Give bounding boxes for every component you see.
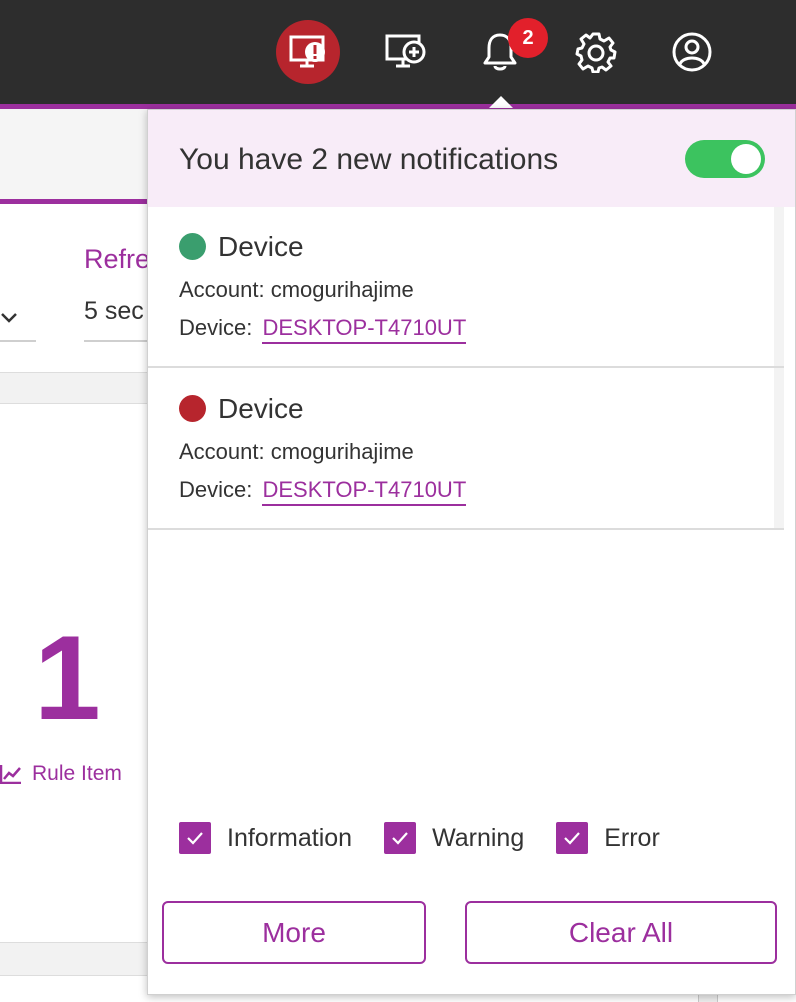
- rule-item-label: Rule Item: [32, 762, 122, 785]
- gear-icon[interactable]: [564, 20, 628, 84]
- notification-item[interactable]: Device Account: cmogurihajime Device: DE…: [148, 207, 784, 368]
- refresh-select-underline: [84, 340, 148, 342]
- refresh-label: Refre: [84, 244, 148, 274]
- table-header-band: [0, 372, 150, 404]
- check-icon: [392, 832, 408, 845]
- filter-warning[interactable]: Warning: [384, 822, 524, 854]
- panel-title: You have 2 new notifications: [179, 143, 559, 176]
- panel-caret: [489, 96, 513, 108]
- top-bar: 2: [0, 0, 796, 104]
- warning-checkbox[interactable]: [384, 822, 417, 854]
- notification-panel: You have 2 new notifications Device Acco…: [147, 109, 796, 995]
- device-link[interactable]: DESKTOP-T4710UT: [262, 477, 467, 506]
- monitor-add-icon[interactable]: [374, 20, 438, 84]
- notification-list: Device Account: cmogurihajime Device: DE…: [148, 207, 784, 530]
- page-header-area: [0, 109, 150, 199]
- refresh-select[interactable]: 5 sec: [84, 297, 148, 326]
- chevron-down-icon[interactable]: [0, 311, 18, 325]
- device-label: Device:: [179, 315, 253, 340]
- notification-title: Device: [218, 231, 304, 262]
- select-underline: [0, 340, 36, 342]
- check-icon: [564, 832, 581, 845]
- device-label: Device:: [179, 477, 253, 502]
- information-checkbox[interactable]: [179, 822, 211, 854]
- check-icon: [187, 832, 203, 845]
- notification-device: Device: DESKTOP-T4710UT: [179, 477, 467, 506]
- filter-information[interactable]: Information: [179, 822, 352, 854]
- notification-item[interactable]: Device Account: cmogurihajime Device: DE…: [148, 369, 784, 530]
- rule-item-link[interactable]: Rule Item: [0, 762, 122, 786]
- error-label: Error: [604, 823, 660, 852]
- device-link[interactable]: DESKTOP-T4710UT: [262, 315, 467, 344]
- more-button[interactable]: More: [162, 901, 426, 964]
- panel-header: You have 2 new notifications: [148, 110, 795, 207]
- error-checkbox[interactable]: [556, 822, 589, 854]
- monitor-alert-icon[interactable]: [276, 20, 340, 84]
- filter-error[interactable]: Error: [556, 822, 660, 854]
- notification-device: Device: DESKTOP-T4710UT: [179, 315, 467, 344]
- information-label: Information: [227, 823, 353, 852]
- notification-count-badge: 2: [508, 18, 548, 58]
- notification-account: Account: cmogurihajime: [179, 277, 414, 302]
- active-tab-indicator: [0, 199, 148, 204]
- table-footer-band: [0, 942, 150, 976]
- error-status-icon: [179, 395, 206, 422]
- warning-label: Warning: [432, 823, 525, 852]
- success-status-icon: [179, 233, 206, 260]
- rule-count-value: 1: [34, 611, 101, 745]
- trend-chart-icon: [0, 765, 21, 784]
- toggle-knob: [731, 144, 761, 174]
- user-icon[interactable]: [660, 20, 724, 84]
- notification-title: Device: [218, 393, 304, 424]
- notification-account: Account: cmogurihajime: [179, 439, 414, 464]
- notification-filters: Information Warning Error: [179, 822, 692, 854]
- clear-all-button[interactable]: Clear All: [465, 901, 777, 964]
- notifications-toggle[interactable]: [685, 140, 765, 178]
